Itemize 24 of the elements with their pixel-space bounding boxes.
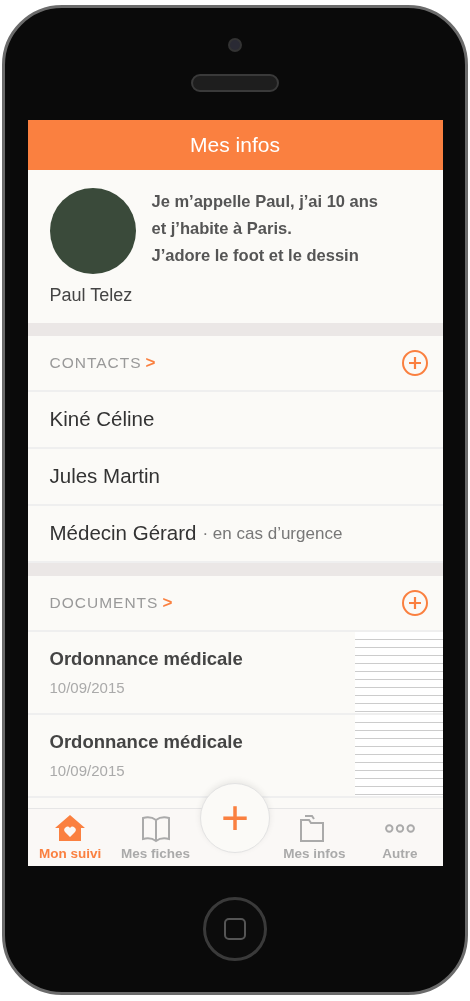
chevron-icon[interactable]: > bbox=[145, 350, 156, 376]
dots-icon bbox=[384, 822, 415, 834]
section-title[interactable]: CONTACTS bbox=[49, 351, 142, 375]
contact-name[interactable]: Jules Martin bbox=[49, 461, 160, 492]
contact-name[interactable]: Médecin Gérard bbox=[49, 518, 197, 549]
document-title[interactable]: Ordonnance médicale bbox=[49, 728, 243, 757]
camera-icon bbox=[228, 38, 242, 52]
contact-note: · en cas d’urgence bbox=[202, 522, 343, 545]
tab-item[interactable]: Mon suivi bbox=[27, 809, 113, 866]
screen-title: Mes infos bbox=[27, 120, 443, 170]
add-circle-icon[interactable] bbox=[400, 589, 429, 617]
profile-name: Paul Telez bbox=[49, 284, 134, 307]
profile-bio: Je m’appelle Paul, j’ai 10 ans et j’habite à Paris. J’adore le foot et le dessin bbox=[151, 191, 379, 266]
tab-item[interactable]: Mes fiches bbox=[112, 809, 199, 866]
tab-item[interactable]: Autre bbox=[357, 809, 443, 866]
document-title[interactable]: Ordonnance médicale bbox=[49, 645, 243, 674]
tab-item[interactable]: Mes infos bbox=[271, 809, 358, 866]
contact-name[interactable]: Kiné Céline bbox=[49, 404, 155, 435]
document-date: 10/09/2015 bbox=[49, 678, 126, 699]
add-button[interactable]: + bbox=[200, 783, 270, 853]
section-title[interactable]: DOCUMENTS bbox=[49, 591, 159, 615]
add-circle-icon[interactable] bbox=[400, 349, 429, 377]
chevron-icon[interactable]: > bbox=[162, 590, 173, 616]
document-date: 10/09/2015 bbox=[49, 761, 126, 782]
